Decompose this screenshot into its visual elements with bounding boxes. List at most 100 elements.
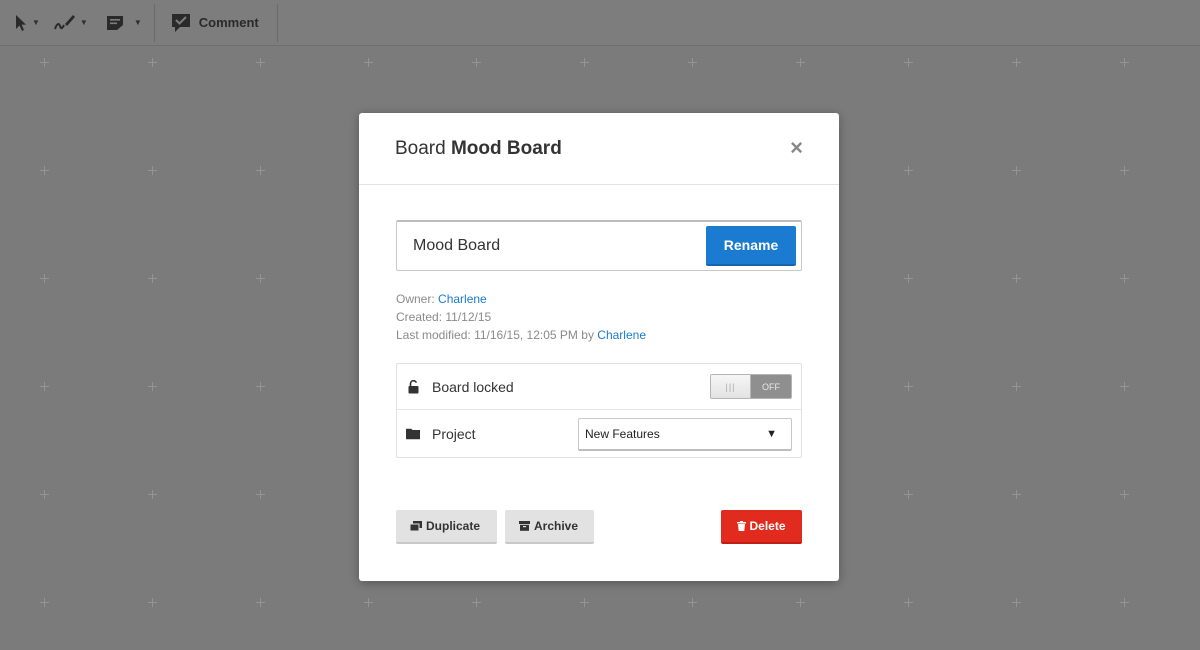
grid-mark: [1120, 274, 1129, 283]
grid-mark: [904, 382, 913, 391]
grid-mark: [796, 598, 805, 607]
toolbar-divider: [153, 3, 155, 42]
grid-mark: [148, 490, 157, 499]
grid-mark: [796, 58, 805, 67]
grid-mark: [40, 274, 49, 283]
grid-mark: [1120, 490, 1129, 499]
duplicate-icon: [410, 521, 422, 531]
trash-icon: [737, 521, 747, 531]
grid-mark: [40, 598, 49, 607]
grid-mark: [256, 490, 265, 499]
grid-mark: [256, 166, 265, 175]
board-name-input[interactable]: [413, 237, 693, 255]
grid-mark: [1012, 598, 1021, 607]
modified-line: Last modified: 11/16/15, 12:05 PM by Cha…: [396, 326, 802, 344]
created-line: Created: 11/12/15: [396, 308, 802, 326]
grid-mark: [904, 58, 913, 67]
grid-mark: [1120, 598, 1129, 607]
chevron-down-icon: ▼: [766, 428, 777, 440]
modal-body: Rename Owner: Charlene Created: 11/12/15…: [359, 185, 839, 458]
grid-mark: [256, 58, 265, 67]
archive-button[interactable]: Archive: [505, 510, 594, 544]
grid-mark: [904, 274, 913, 283]
grid-mark: [148, 598, 157, 607]
project-label: Project: [432, 425, 476, 442]
comment-icon: [171, 13, 190, 32]
toggle-state-label: OFF: [751, 375, 791, 398]
archive-label: Archive: [534, 519, 579, 533]
grid-mark: [148, 58, 157, 67]
note-tool[interactable]: ▼: [94, 0, 148, 46]
modified-label: Last modified:: [396, 328, 471, 342]
project-select[interactable]: New Features ▼: [578, 418, 792, 451]
modal-title-board-name: Mood Board: [450, 137, 562, 159]
grid-mark: [580, 598, 589, 607]
grid-mark: [904, 490, 913, 499]
modified-by-label: by: [581, 328, 594, 342]
duplicate-button[interactable]: Duplicate: [396, 510, 497, 544]
close-icon[interactable]: ×: [790, 135, 803, 161]
grid-mark: [1012, 490, 1021, 499]
grid-mark: [1120, 382, 1129, 391]
toolbar-divider: [276, 3, 278, 42]
grid-mark: [364, 598, 373, 607]
grid-mark: [256, 598, 265, 607]
owner-line: Owner: Charlene: [396, 290, 802, 308]
grid-mark: [256, 382, 265, 391]
modal-title-prefix: Board: [395, 137, 446, 159]
modal-actions: Duplicate Archive Delete: [396, 510, 802, 544]
grid-mark: [148, 382, 157, 391]
modified-by-link[interactable]: Charlene: [597, 328, 646, 342]
grid-mark: [472, 598, 481, 607]
pen-icon: [53, 14, 75, 29]
created-label: Created:: [396, 310, 443, 324]
grid-mark: [1012, 382, 1021, 391]
delete-button[interactable]: Delete: [721, 510, 802, 544]
comment-button[interactable]: Comment: [161, 0, 273, 46]
grid-mark: [580, 58, 589, 67]
top-toolbar: ▼ ▼ ▼ Comment: [0, 0, 1200, 46]
rename-form: Rename: [396, 220, 802, 271]
grid-mark: [364, 58, 373, 67]
project-selected-value: New Features: [585, 427, 660, 441]
board-settings-list: Board locked ||| OFF Project New Feature…: [396, 363, 802, 458]
pointer-icon: [16, 14, 26, 31]
grid-mark: [148, 274, 157, 283]
created-value: 11/12/15: [445, 310, 492, 324]
archive-icon: [519, 521, 530, 531]
grid-mark: [688, 598, 697, 607]
modified-value: 11/16/15, 12:05 PM: [474, 328, 578, 342]
pointer-tool[interactable]: ▼: [0, 0, 46, 46]
board-settings-modal: Board Mood Board × Rename Owner: Charlen…: [359, 113, 839, 581]
duplicate-label: Duplicate: [426, 519, 481, 533]
board-metadata: Owner: Charlene Created: 11/12/15 Last m…: [396, 290, 802, 344]
grid-mark: [904, 166, 913, 175]
grid-mark: [1012, 274, 1021, 283]
grid-mark: [1012, 166, 1021, 175]
grid-mark: [40, 382, 49, 391]
chevron-down-icon[interactable]: ▼: [32, 18, 40, 27]
board-locked-label: Board locked: [432, 378, 514, 395]
grid-mark: [256, 274, 265, 283]
grid-mark: [1120, 166, 1129, 175]
unlock-icon: [406, 379, 420, 394]
chevron-down-icon[interactable]: ▼: [134, 18, 142, 27]
grid-mark: [904, 598, 913, 607]
grid-mark: [40, 490, 49, 499]
grid-mark: [148, 166, 157, 175]
project-row: Project New Features ▼: [397, 409, 801, 457]
modal-title: Board Mood Board: [395, 138, 562, 160]
sticky-note-icon: [106, 15, 123, 30]
delete-label: Delete: [749, 519, 786, 533]
grid-mark: [40, 166, 49, 175]
grid-mark: [1012, 58, 1021, 67]
board-locked-toggle[interactable]: ||| OFF: [710, 374, 792, 399]
chevron-down-icon[interactable]: ▼: [80, 18, 88, 27]
modal-header: Board Mood Board ×: [359, 113, 839, 185]
owner-label: Owner:: [396, 292, 435, 306]
pen-tool[interactable]: ▼: [46, 0, 94, 46]
comment-label: Comment: [198, 15, 259, 30]
toggle-knob[interactable]: |||: [711, 375, 751, 398]
owner-link[interactable]: Charlene: [438, 292, 487, 306]
rename-button[interactable]: Rename: [706, 226, 796, 266]
